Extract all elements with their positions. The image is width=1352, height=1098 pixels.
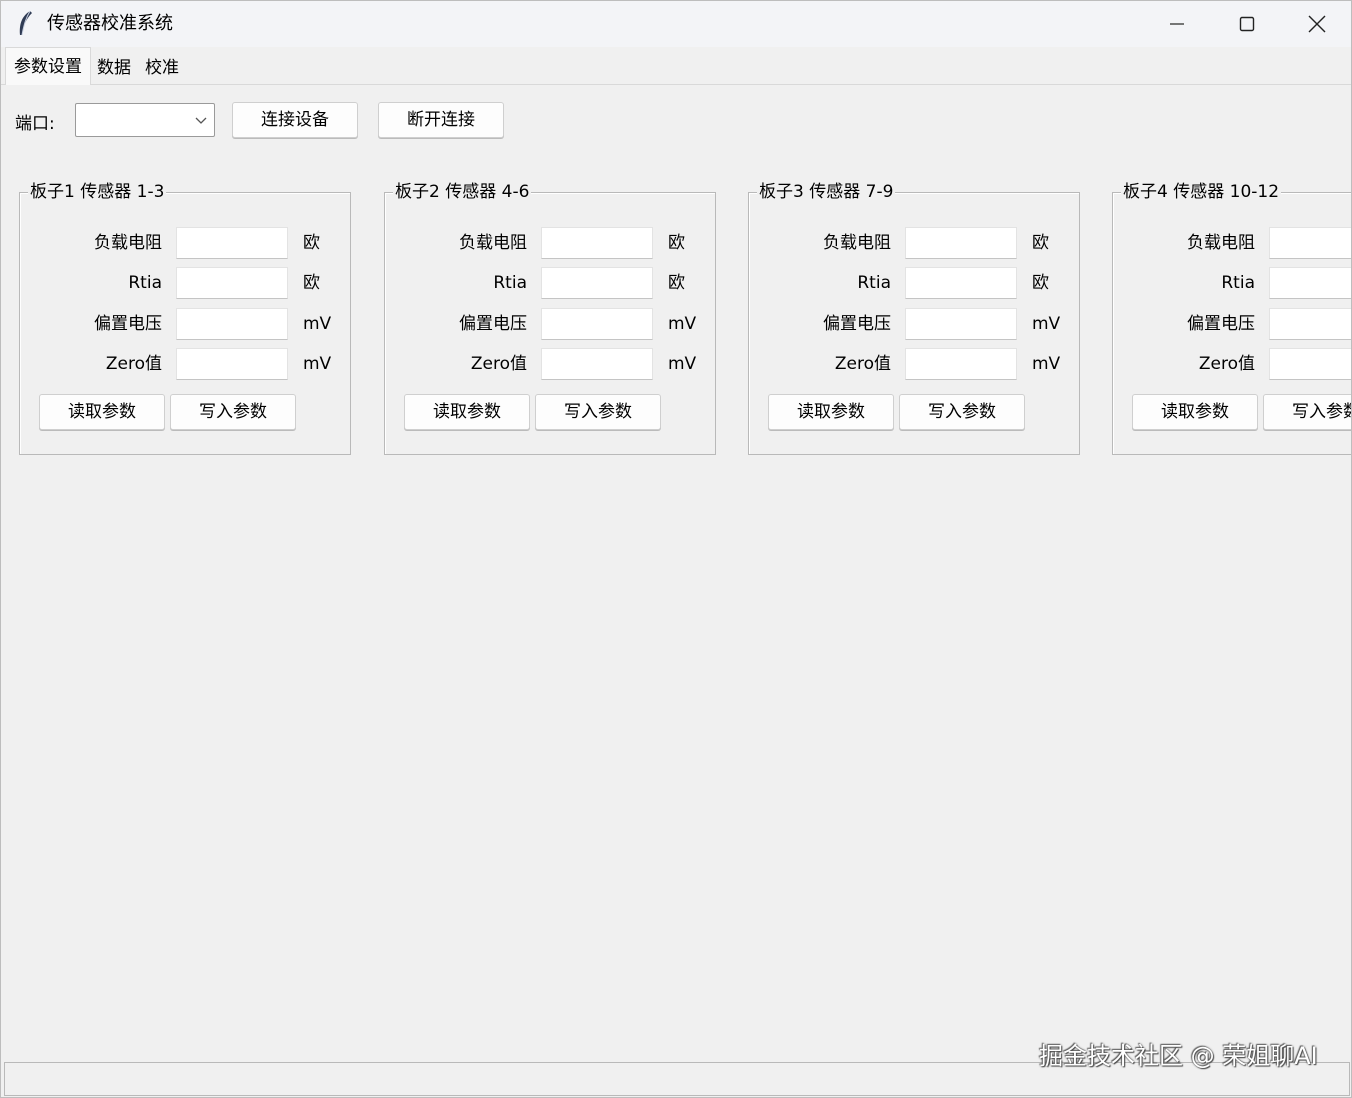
field-label: Zero值: [105, 354, 162, 374]
load-resistance-input[interactable]: [1269, 227, 1351, 259]
unit-label: 欧: [303, 233, 320, 253]
rtia-input[interactable]: [541, 267, 653, 299]
field-label: 偏置电压: [459, 314, 527, 334]
field-label: Zero值: [1198, 354, 1255, 374]
zero-value-row: Zero值: [1113, 348, 1351, 380]
unit-label: mV: [1032, 314, 1061, 334]
disconnect-button[interactable]: 断开连接: [378, 102, 504, 138]
field-label: 偏置电压: [94, 314, 162, 334]
field-label: 偏置电压: [1187, 314, 1255, 334]
tab-params[interactable]: 参数设置: [5, 47, 91, 85]
rtia-input[interactable]: [905, 267, 1017, 299]
close-icon: [1308, 15, 1326, 33]
unit-label: 欧: [1032, 273, 1049, 293]
read-params-button[interactable]: 读取参数: [1132, 394, 1258, 430]
tab-calibration[interactable]: 校准: [139, 51, 185, 85]
zero-value-row: Zero值 mV: [20, 348, 350, 380]
bias-voltage-input[interactable]: [541, 308, 653, 340]
field-label: Zero值: [834, 354, 891, 374]
group-title: 板子4 传感器 10-12: [1121, 181, 1282, 203]
unit-label: 欧: [303, 273, 320, 293]
bias-voltage-input[interactable]: [905, 308, 1017, 340]
write-params-button[interactable]: 写入参数: [1263, 394, 1351, 430]
write-params-button[interactable]: 写入参数: [170, 394, 296, 430]
port-combobox[interactable]: [75, 103, 215, 137]
connect-button[interactable]: 连接设备: [232, 102, 358, 138]
group-title: 板子2 传感器 4-6: [393, 181, 532, 203]
tab-data[interactable]: 数据: [91, 51, 137, 85]
field-label: Rtia: [1221, 273, 1255, 293]
rtia-row: Rtia 欧: [385, 267, 715, 299]
unit-label: 欧: [1032, 233, 1049, 253]
unit-label: mV: [668, 354, 697, 374]
unit-label: mV: [1032, 354, 1061, 374]
zero-value-row: Zero值 mV: [385, 348, 715, 380]
zero-value-input[interactable]: [1269, 348, 1351, 380]
write-params-button[interactable]: 写入参数: [535, 394, 661, 430]
rtia-input[interactable]: [176, 267, 288, 299]
maximize-icon: [1239, 16, 1255, 32]
field-label: Rtia: [857, 273, 891, 293]
rtia-row: Rtia 欧: [20, 267, 350, 299]
load-resistance-input[interactable]: [541, 227, 653, 259]
app-window: 传感器校准系统 参数设置 数据 校准 端口: 连接设备 断开连接 板子1 传感器…: [0, 0, 1352, 1098]
load-resistance-input[interactable]: [905, 227, 1017, 259]
read-params-button[interactable]: 读取参数: [39, 394, 165, 430]
zero-value-input[interactable]: [905, 348, 1017, 380]
unit-label: mV: [303, 314, 332, 334]
watermark: 掘金技术社区 @ 荣姐聊AI: [1039, 1042, 1318, 1070]
board-3-group: 板子3 传感器 7-9 负载电阻 欧 Rtia 欧 偏置电压 mV Zero值 …: [748, 181, 1080, 455]
bias-voltage-row: 偏置电压 mV: [749, 308, 1079, 340]
rtia-row: Rtia: [1113, 267, 1351, 299]
field-label: Zero值: [470, 354, 527, 374]
close-button[interactable]: [1282, 1, 1351, 47]
field-label: 偏置电压: [823, 314, 891, 334]
title-bar[interactable]: 传感器校准系统: [1, 1, 1351, 47]
feather-icon: [15, 10, 35, 38]
rtia-row: Rtia 欧: [749, 267, 1079, 299]
board-1-group: 板子1 传感器 1-3 负载电阻 欧 Rtia 欧 偏置电压 mV Zero值 …: [19, 181, 351, 455]
unit-label: 欧: [668, 233, 685, 253]
window-title: 传感器校准系统: [47, 13, 173, 34]
minimize-button[interactable]: [1142, 1, 1212, 47]
field-label: Rtia: [493, 273, 527, 293]
group-title: 板子3 传感器 7-9: [757, 181, 896, 203]
bias-voltage-row: 偏置电压 mV: [385, 308, 715, 340]
read-params-button[interactable]: 读取参数: [404, 394, 530, 430]
bias-voltage-input[interactable]: [176, 308, 288, 340]
zero-value-input[interactable]: [176, 348, 288, 380]
rtia-input[interactable]: [1269, 267, 1351, 299]
load-resistance-row: 负载电阻: [1113, 227, 1351, 259]
zero-value-input[interactable]: [541, 348, 653, 380]
bias-voltage-row: 偏置电压 mV: [20, 308, 350, 340]
port-label: 端口:: [15, 114, 55, 134]
load-resistance-input[interactable]: [176, 227, 288, 259]
unit-label: mV: [668, 314, 697, 334]
write-params-button[interactable]: 写入参数: [899, 394, 1025, 430]
chevron-down-icon: [195, 117, 207, 124]
load-resistance-row: 负载电阻 欧: [385, 227, 715, 259]
zero-value-row: Zero值 mV: [749, 348, 1079, 380]
maximize-button[interactable]: [1212, 1, 1282, 47]
field-label: 负载电阻: [823, 233, 891, 253]
bias-voltage-input[interactable]: [1269, 308, 1351, 340]
field-label: 负载电阻: [1187, 233, 1255, 253]
field-label: Rtia: [128, 273, 162, 293]
bias-voltage-row: 偏置电压: [1113, 308, 1351, 340]
load-resistance-row: 负载电阻 欧: [749, 227, 1079, 259]
field-label: 负载电阻: [459, 233, 527, 253]
load-resistance-row: 负载电阻 欧: [20, 227, 350, 259]
board-4-group: 板子4 传感器 10-12 负载电阻 Rtia 偏置电压 Zero值 读取参数 …: [1112, 181, 1351, 455]
minimize-icon: [1170, 23, 1184, 25]
unit-label: mV: [303, 354, 332, 374]
group-title: 板子1 传感器 1-3: [28, 181, 167, 203]
read-params-button[interactable]: 读取参数: [768, 394, 894, 430]
field-label: 负载电阻: [94, 233, 162, 253]
tab-bar: 参数设置 数据 校准: [1, 47, 1351, 85]
unit-label: 欧: [668, 273, 685, 293]
board-2-group: 板子2 传感器 4-6 负载电阻 欧 Rtia 欧 偏置电压 mV Zero值 …: [384, 181, 716, 455]
